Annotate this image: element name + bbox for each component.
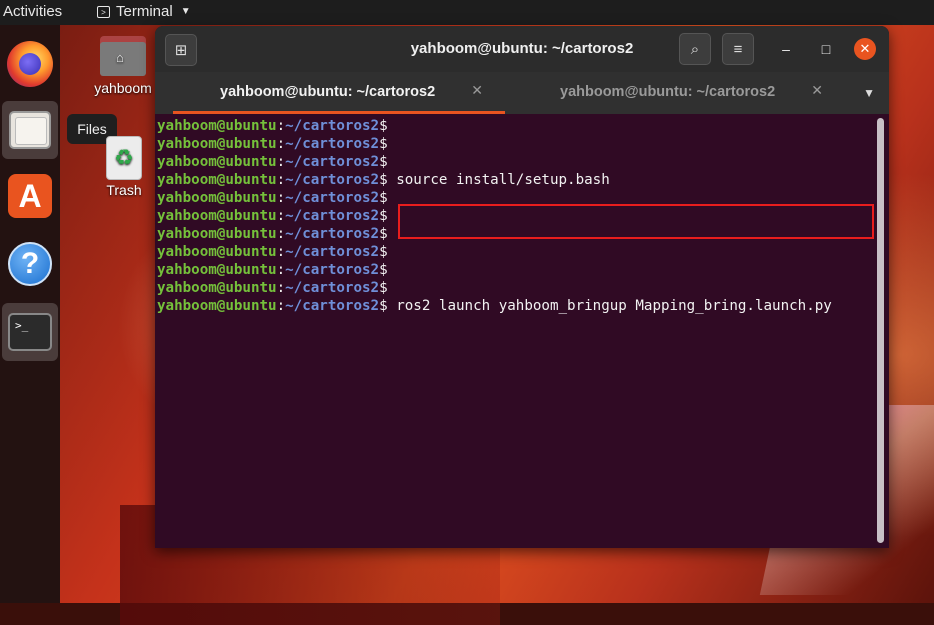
hamburger-menu-icon: ≡	[733, 40, 743, 58]
terminal-app-icon: >	[97, 5, 110, 18]
prompt-path: ~/cartoros2	[285, 226, 380, 242]
prompt-user: yahboom@ubuntu	[157, 298, 277, 314]
dock: A ? >_	[0, 25, 60, 603]
command-text: source install/setup.bash	[387, 172, 610, 188]
tab-1-label: yahboom@ubuntu: ~/cartoros2	[220, 84, 436, 100]
dock-item-terminal[interactable]: >_	[2, 303, 58, 361]
prompt-path: ~/cartoros2	[285, 118, 380, 134]
terminal-line: yahboom@ubuntu:~/cartoros2$	[155, 117, 889, 135]
prompt-separator: :	[276, 226, 286, 242]
dock-item-files[interactable]	[2, 101, 58, 159]
prompt-symbol: $	[379, 190, 388, 206]
prompt-user: yahboom@ubuntu	[157, 154, 277, 170]
trash-icon: ♻	[106, 136, 142, 180]
prompt-symbol: $	[379, 244, 388, 260]
terminal-line: yahboom@ubuntu:~/cartoros2$	[155, 261, 889, 279]
home-folder-icon: ⌂	[100, 36, 146, 76]
desktop-home-folder[interactable]: ⌂ yahboom	[88, 36, 158, 96]
title-bar[interactable]: ⊞ yahboom@ubuntu: ~/cartoros2 ⌕ ≡ – □ ✕	[155, 26, 889, 72]
maximize-button[interactable]: □	[815, 38, 837, 60]
prompt-path: ~/cartoros2	[285, 244, 380, 260]
search-button[interactable]: ⌕	[679, 33, 711, 65]
prompt-path: ~/cartoros2	[285, 190, 380, 206]
prompt-separator: :	[276, 154, 286, 170]
menu-button[interactable]: ≡	[722, 33, 754, 65]
prompt-symbol: $	[379, 262, 388, 278]
terminal-line: yahboom@ubuntu:~/cartoros2$	[155, 243, 889, 261]
terminal-output[interactable]: yahboom@ubuntu:~/cartoros2$ yahboom@ubunt…	[155, 114, 889, 548]
firefox-icon	[7, 41, 53, 87]
prompt-symbol: $	[379, 280, 388, 296]
highlight-annotation	[398, 204, 874, 239]
software-store-icon: A	[8, 174, 52, 218]
prompt-user: yahboom@ubuntu	[157, 190, 277, 206]
prompt-symbol: $	[379, 208, 388, 224]
trash-label: Trash	[106, 182, 142, 198]
prompt-symbol: $	[379, 172, 388, 188]
prompt-user: yahboom@ubuntu	[157, 118, 277, 134]
app-menu-label: Terminal	[116, 3, 173, 20]
terminal-window[interactable]: ⊞ yahboom@ubuntu: ~/cartoros2 ⌕ ≡ – □ ✕ …	[155, 26, 889, 548]
prompt-path: ~/cartoros2	[285, 208, 380, 224]
prompt-path: ~/cartoros2	[285, 298, 380, 314]
activities-button[interactable]: Activities	[3, 3, 62, 20]
prompt-user: yahboom@ubuntu	[157, 226, 277, 242]
close-button[interactable]: ✕	[854, 38, 876, 60]
tab-bar: yahboom@ubuntu: ~/cartoros2 ✕ yahboom@ub…	[155, 72, 889, 114]
prompt-separator: :	[276, 298, 286, 314]
tab-close-icon[interactable]: ✕	[471, 82, 483, 99]
dock-item-firefox[interactable]	[2, 35, 58, 93]
prompt-symbol: $	[379, 226, 388, 242]
tab-1[interactable]: yahboom@ubuntu: ~/cartoros2 ✕	[165, 72, 505, 114]
scrollbar[interactable]	[877, 118, 884, 543]
prompt-symbol: $	[379, 298, 388, 314]
prompt-symbol: $	[379, 118, 388, 134]
terminal-line: yahboom@ubuntu:~/cartoros2$ ros2 launch …	[155, 297, 889, 315]
prompt-separator: :	[276, 118, 286, 134]
top-bar: Activities > Terminal ▼	[0, 0, 934, 25]
prompt-separator: :	[276, 136, 286, 152]
prompt-separator: :	[276, 190, 286, 206]
terminal-line: yahboom@ubuntu:~/cartoros2$	[155, 279, 889, 297]
prompt-separator: :	[276, 172, 286, 188]
prompt-user: yahboom@ubuntu	[157, 136, 277, 152]
minimize-button[interactable]: –	[775, 38, 797, 60]
prompt-symbol: $	[379, 154, 388, 170]
terminal-icon: >_	[8, 313, 52, 351]
search-icon: ⌕	[690, 40, 700, 58]
chevron-down-icon: ▼	[180, 6, 191, 17]
prompt-path: ~/cartoros2	[285, 262, 380, 278]
terminal-line: yahboom@ubuntu:~/cartoros2$	[155, 135, 889, 153]
prompt-user: yahboom@ubuntu	[157, 280, 277, 296]
prompt-user: yahboom@ubuntu	[157, 262, 277, 278]
prompt-separator: :	[276, 262, 286, 278]
files-icon	[9, 111, 51, 149]
prompt-path: ~/cartoros2	[285, 154, 380, 170]
desktop-trash[interactable]: ♻ Trash	[96, 136, 152, 198]
tab-list-chevron-icon[interactable]: ▼	[863, 86, 875, 100]
dock-item-help[interactable]: ?	[2, 235, 58, 293]
prompt-user: yahboom@ubuntu	[157, 172, 277, 188]
app-menu[interactable]: > Terminal ▼	[97, 3, 191, 20]
prompt-path: ~/cartoros2	[285, 280, 380, 296]
prompt-separator: :	[276, 280, 286, 296]
command-text: ros2 launch yahboom_bringup Mapping_brin…	[387, 298, 832, 314]
tab-close-icon[interactable]: ✕	[811, 82, 823, 99]
tab-2[interactable]: yahboom@ubuntu: ~/cartoros2 ✕	[505, 72, 835, 112]
tab-2-label: yahboom@ubuntu: ~/cartoros2	[560, 84, 776, 100]
prompt-user: yahboom@ubuntu	[157, 208, 277, 224]
help-icon: ?	[8, 242, 52, 286]
prompt-path: ~/cartoros2	[285, 172, 380, 188]
prompt-separator: :	[276, 208, 286, 224]
prompt-user: yahboom@ubuntu	[157, 244, 277, 260]
terminal-line: yahboom@ubuntu:~/cartoros2$ source insta…	[155, 171, 889, 189]
dock-item-ubuntu-software[interactable]: A	[2, 167, 58, 225]
terminal-line: yahboom@ubuntu:~/cartoros2$	[155, 153, 889, 171]
prompt-symbol: $	[379, 136, 388, 152]
prompt-path: ~/cartoros2	[285, 136, 380, 152]
home-folder-label: yahboom	[94, 80, 152, 96]
prompt-separator: :	[276, 244, 286, 260]
